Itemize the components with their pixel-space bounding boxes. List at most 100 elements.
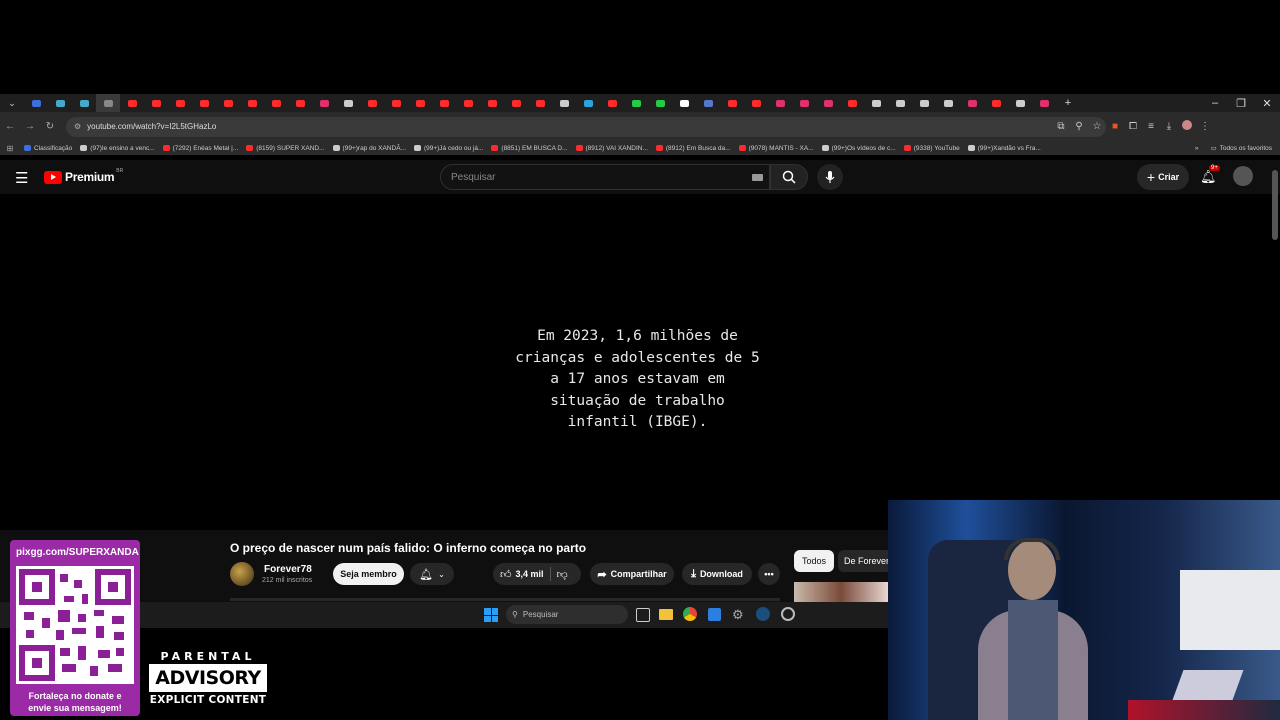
chip-from-channel[interactable]: De Forever7 [838,550,888,572]
reload-icon[interactable]: ↻ [40,121,60,132]
browser-tab[interactable] [1032,94,1056,112]
subscribed-button[interactable]: 🔔︎ ⌄ [410,563,454,585]
bookmark-item[interactable]: (9338) YouTube [903,145,960,152]
browser-tab[interactable] [600,94,624,112]
extensions-icon[interactable]: ⧠ [1124,121,1142,132]
browser-tab[interactable] [624,94,648,112]
task-view-icon[interactable] [636,608,650,622]
hamburger-menu-icon[interactable]: ☰ [15,169,28,187]
bookmarks-overflow-icon[interactable]: » [1195,145,1199,152]
scrollbar[interactable] [1272,170,1278,240]
browser-tab[interactable] [288,94,312,112]
browser-tab[interactable] [120,94,144,112]
browser-tab[interactable] [576,94,600,112]
bookmark-item[interactable]: (8912) VAI XANDIN... [575,145,648,152]
browser-tab[interactable] [480,94,504,112]
browser-tab[interactable] [432,94,456,112]
downloads-icon[interactable]: ⤓ [1160,121,1178,132]
browser-tab[interactable] [216,94,240,112]
keyboard-icon[interactable] [752,173,763,181]
steam-icon[interactable] [756,607,770,621]
more-actions-button[interactable]: ••• [758,563,780,585]
zoom-icon[interactable]: ⚲ [1070,121,1088,132]
new-tab-icon[interactable]: + [1056,94,1080,112]
address-bar[interactable]: ⚙ youtube.com/watch?v=I2L5tGHazLo ⧉ ⚲ ☆ [66,116,1106,137]
forward-icon[interactable]: → [20,121,40,132]
bookmark-item[interactable]: (8912) Em Busca da... [655,145,731,152]
notifications-button[interactable]: 🔔︎ 9+ [1200,165,1220,186]
media-icon[interactable]: ≡ [1142,121,1160,132]
close-window-icon[interactable]: ✕ [1254,97,1280,110]
browser-tab[interactable] [888,94,912,112]
bookmark-item[interactable]: (8159) SUPER XAND... [246,145,325,152]
menu-kebab-icon[interactable]: ⋮ [1196,121,1214,132]
search-input[interactable]: Pesquisar [440,164,770,190]
browser-tab[interactable] [696,94,720,112]
join-button[interactable]: Seja membro [333,563,404,585]
thumbs-down-icon[interactable]: 👎︎ [557,568,568,581]
chip-all[interactable]: Todos [794,550,835,572]
profile-avatar[interactable] [1178,120,1196,133]
bookmark-item[interactable]: (7292) Enéas Metal |... [162,145,238,152]
browser-tab[interactable] [384,94,408,112]
browser-tab[interactable] [1008,94,1032,112]
browser-tab[interactable] [360,94,384,112]
browser-tab[interactable] [504,94,528,112]
recommended-thumbnail[interactable] [794,582,888,602]
browser-tab[interactable] [48,94,72,112]
browser-tab[interactable] [648,94,672,112]
browser-tab[interactable] [936,94,960,112]
taskbar-search-input[interactable]: ⚲ Pesquisar [506,605,628,624]
bookmark-item[interactable]: (99+)Já cedo ou já... [413,145,483,152]
bookmark-item[interactable]: (99+)rap do XANDÃ... [332,145,406,152]
browser-tab[interactable] [768,94,792,112]
browser-tab[interactable] [192,94,216,112]
browser-tab[interactable] [456,94,480,112]
download-button[interactable]: ⤓ Download [682,563,752,585]
apps-grid-icon[interactable]: ⊞ [0,144,20,153]
voice-search-button[interactable] [817,164,843,190]
windows-start-icon[interactable] [484,608,498,622]
browser-tab[interactable] [168,94,192,112]
browser-tab[interactable] [312,94,336,112]
install-icon[interactable]: ⧉ [1052,121,1070,132]
chrome-icon[interactable] [683,607,697,621]
youtube-logo[interactable]: Premium BR [44,168,123,184]
bookmark-item[interactable]: (9078) MANTIS - XA... [738,145,814,152]
minimize-icon[interactable]: – [1202,97,1228,109]
browser-tab[interactable] [816,94,840,112]
site-info-icon[interactable]: ⚙ [74,122,81,131]
browser-tab[interactable] [840,94,864,112]
restore-icon[interactable]: ❐ [1228,97,1254,110]
browser-tab[interactable] [144,94,168,112]
channel-name[interactable]: Forever78 [264,564,312,575]
browser-tab[interactable] [792,94,816,112]
browser-tab[interactable] [264,94,288,112]
bookmark-item[interactable]: (8851) EM BUSCA D... [491,145,568,152]
account-avatar[interactable] [1233,166,1253,186]
browser-tab[interactable] [864,94,888,112]
browser-tab[interactable] [24,94,48,112]
snipping-tool-icon[interactable] [708,608,721,621]
bookmark-item[interactable]: (99+)Xandão vs Fra... [967,145,1041,152]
settings-gear-icon[interactable]: ⚙ [732,607,744,623]
create-button[interactable]: + Criar [1137,164,1189,190]
browser-tab[interactable] [336,94,360,112]
extension-office-icon[interactable]: ■ [1106,121,1124,132]
browser-tab[interactable] [912,94,936,112]
bookmark-item[interactable]: (99+)Os vídeos de c... [821,145,896,152]
search-button[interactable] [770,164,808,190]
file-explorer-icon[interactable] [659,609,673,620]
browser-tab[interactable] [96,94,120,112]
bookmark-item[interactable]: (97)Ie ensino a venc... [80,145,155,152]
bookmark-item[interactable]: Classificação [24,145,72,152]
browser-tab[interactable] [552,94,576,112]
browser-tab[interactable] [528,94,552,112]
browser-tab[interactable] [672,94,696,112]
browser-tab[interactable] [72,94,96,112]
tab-search-icon[interactable]: ⌄ [0,94,24,112]
browser-tab[interactable] [240,94,264,112]
channel-avatar[interactable] [230,562,254,586]
browser-tab[interactable] [720,94,744,112]
browser-tab[interactable] [744,94,768,112]
